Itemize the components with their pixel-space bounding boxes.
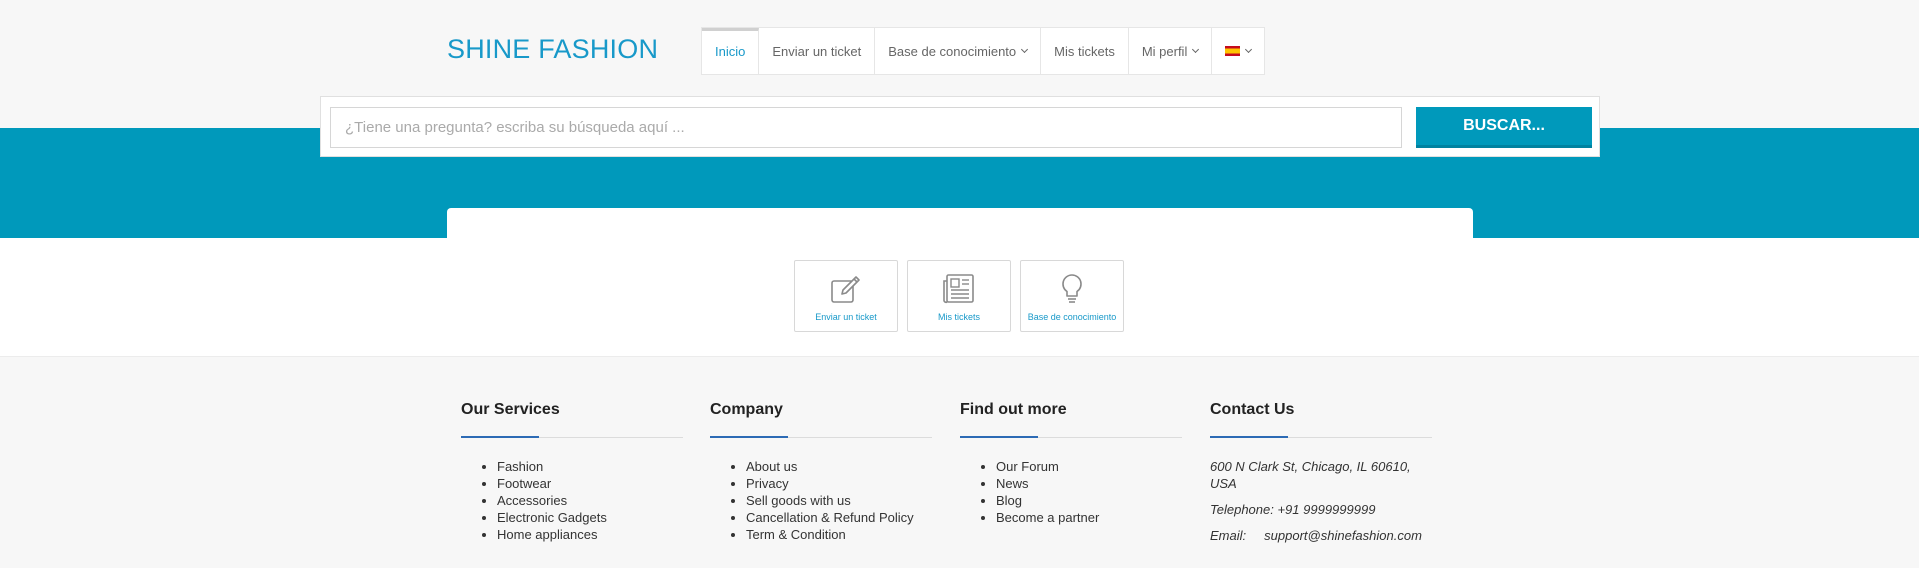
main-nav: Inicio Enviar un ticket Base de conocimi…: [701, 27, 1266, 75]
search-bar: BUSCAR...: [320, 96, 1600, 157]
tile-label: Mis tickets: [937, 312, 980, 322]
footer-link[interactable]: News: [996, 475, 1182, 492]
tile-label: Enviar un ticket: [815, 312, 877, 322]
lightbulb-icon: [1062, 274, 1082, 303]
footer-link[interactable]: About us: [746, 458, 932, 475]
chevron-down-icon: [1192, 45, 1200, 54]
footer-link[interactable]: Home appliances: [497, 526, 683, 543]
footer-link[interactable]: Electronic Gadgets: [497, 509, 683, 526]
footer-link[interactable]: Footwear: [497, 475, 683, 492]
quick-links: Enviar un ticket Mis tickets Base de con…: [794, 260, 1124, 332]
content-card-top: [447, 208, 1473, 248]
footer-heading: Find out more: [960, 401, 1067, 418]
nav-item-label: Base de conocimiento: [888, 43, 1017, 59]
services-list: Fashion Footwear Accessories Electronic …: [461, 458, 683, 543]
footer-heading: Contact Us: [1210, 401, 1295, 418]
language-selector[interactable]: [1212, 28, 1264, 74]
footer-link[interactable]: Our Forum: [996, 458, 1182, 475]
footer-contact: Contact Us 600 N Clark St, Chicago, IL 6…: [1210, 401, 1432, 544]
search-input[interactable]: [330, 107, 1402, 148]
footer-divider: [1210, 436, 1432, 438]
site-footer: Our Services Fashion Footwear Accessorie…: [0, 356, 1919, 568]
nav-item-label: Mi perfil: [1141, 43, 1188, 59]
footer-link[interactable]: Fashion: [497, 458, 683, 475]
footer-divider: [461, 436, 683, 438]
footer-link[interactable]: Privacy: [746, 475, 932, 492]
footer-link[interactable]: Sell goods with us: [746, 492, 932, 509]
tile-enviar-ticket[interactable]: Enviar un ticket: [794, 260, 898, 332]
footer-services: Our Services Fashion Footwear Accessorie…: [461, 401, 683, 543]
search-button[interactable]: BUSCAR...: [1416, 107, 1592, 148]
footer-link[interactable]: Blog: [996, 492, 1182, 509]
nav-item-enviar-ticket[interactable]: Enviar un ticket: [759, 28, 876, 74]
tile-base-conocimiento[interactable]: Base de conocimiento: [1020, 260, 1124, 332]
footer-divider: [960, 436, 1182, 438]
chevron-down-icon: [1245, 45, 1253, 54]
contact-address: 600 N Clark St, Chicago, IL 60610, USA: [1210, 459, 1411, 491]
footer-divider: [710, 436, 932, 438]
footer-heading: Company: [710, 401, 783, 418]
nav-item-mis-tickets[interactable]: Mis tickets: [1041, 28, 1129, 74]
nav-item-mi-perfil[interactable]: Mi perfil: [1129, 28, 1213, 74]
newspaper-icon: [943, 274, 974, 304]
company-list: About us Privacy Sell goods with us Canc…: [710, 458, 932, 543]
findout-list: Our Forum News Blog Become a partner: [960, 458, 1182, 526]
footer-heading: Our Services: [461, 401, 560, 418]
footer-link[interactable]: Term & Condition: [746, 526, 932, 543]
tile-label: Base de conocimiento: [1027, 312, 1117, 322]
nav-item-base-conocimiento[interactable]: Base de conocimiento: [875, 28, 1042, 74]
tile-mis-tickets[interactable]: Mis tickets: [907, 260, 1011, 332]
footer-link[interactable]: Cancellation & Refund Policy: [746, 509, 932, 526]
footer-find-out-more: Find out more Our Forum News Blog Become…: [960, 401, 1182, 526]
footer-link[interactable]: Become a partner: [996, 509, 1182, 526]
site-logo[interactable]: SHINE FASHION: [447, 34, 658, 65]
nav-item-inicio[interactable]: Inicio: [702, 28, 760, 74]
contact-telephone: Telephone: +91 9999999999: [1210, 502, 1376, 517]
footer-link[interactable]: Accessories: [497, 492, 683, 509]
edit-icon: [831, 276, 860, 303]
spain-flag-icon: [1225, 46, 1241, 56]
footer-company: Company About us Privacy Sell goods with…: [710, 401, 932, 543]
chevron-down-icon: [1021, 45, 1029, 54]
contact-email[interactable]: Email: support@shinefashion.com: [1210, 527, 1432, 544]
